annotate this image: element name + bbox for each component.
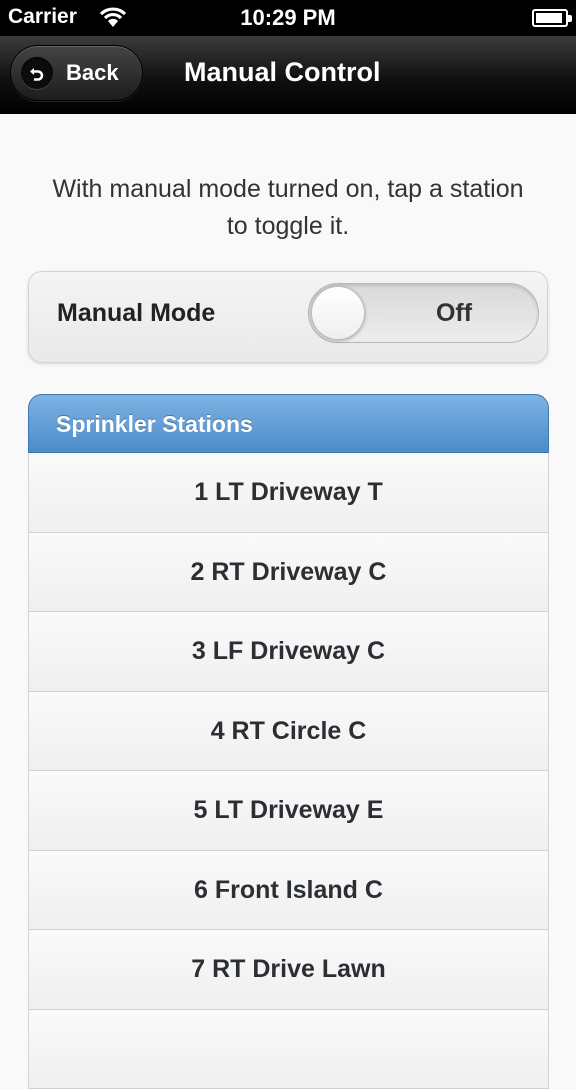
main-content: With manual mode turned on, tap a statio… [0,115,576,1024]
station-item-5[interactable]: 5 LT Driveway E [28,771,549,851]
station-item-1[interactable]: 1 LT Driveway T [28,453,549,533]
manual-mode-toggle[interactable]: Off [308,283,539,343]
station-item-4[interactable]: 4 RT Circle C [28,692,549,772]
navigation-bar: Back Manual Control [0,36,576,114]
status-bar: Carrier 10:29 PM [0,0,576,36]
page-title: Manual Control [184,57,381,88]
station-item-6[interactable]: 6 Front Island C [28,851,549,931]
instructions-text: With manual mode turned on, tap a statio… [50,171,526,245]
station-list: 1 LT Driveway T 2 RT Driveway C 3 LF Dri… [28,453,549,1089]
clock: 10:29 PM [0,5,576,31]
manual-mode-panel: Manual Mode Off [28,271,548,363]
list-header-label: Sprinkler Stations [56,411,253,438]
back-arrow-icon [21,57,53,89]
sprinkler-stations-header: Sprinkler Stations [28,394,549,453]
back-label: Back [66,60,119,86]
back-button[interactable]: Back [10,45,143,101]
station-item-3[interactable]: 3 LF Driveway C [28,612,549,692]
station-item-2[interactable]: 2 RT Driveway C [28,533,549,613]
manual-mode-label: Manual Mode [57,299,215,328]
toggle-state-label: Off [389,299,519,328]
toggle-knob[interactable] [311,286,365,340]
station-item-7[interactable]: 7 RT Drive Lawn [28,930,549,1010]
station-item-8[interactable] [28,1010,549,1089]
battery-icon [532,9,568,27]
